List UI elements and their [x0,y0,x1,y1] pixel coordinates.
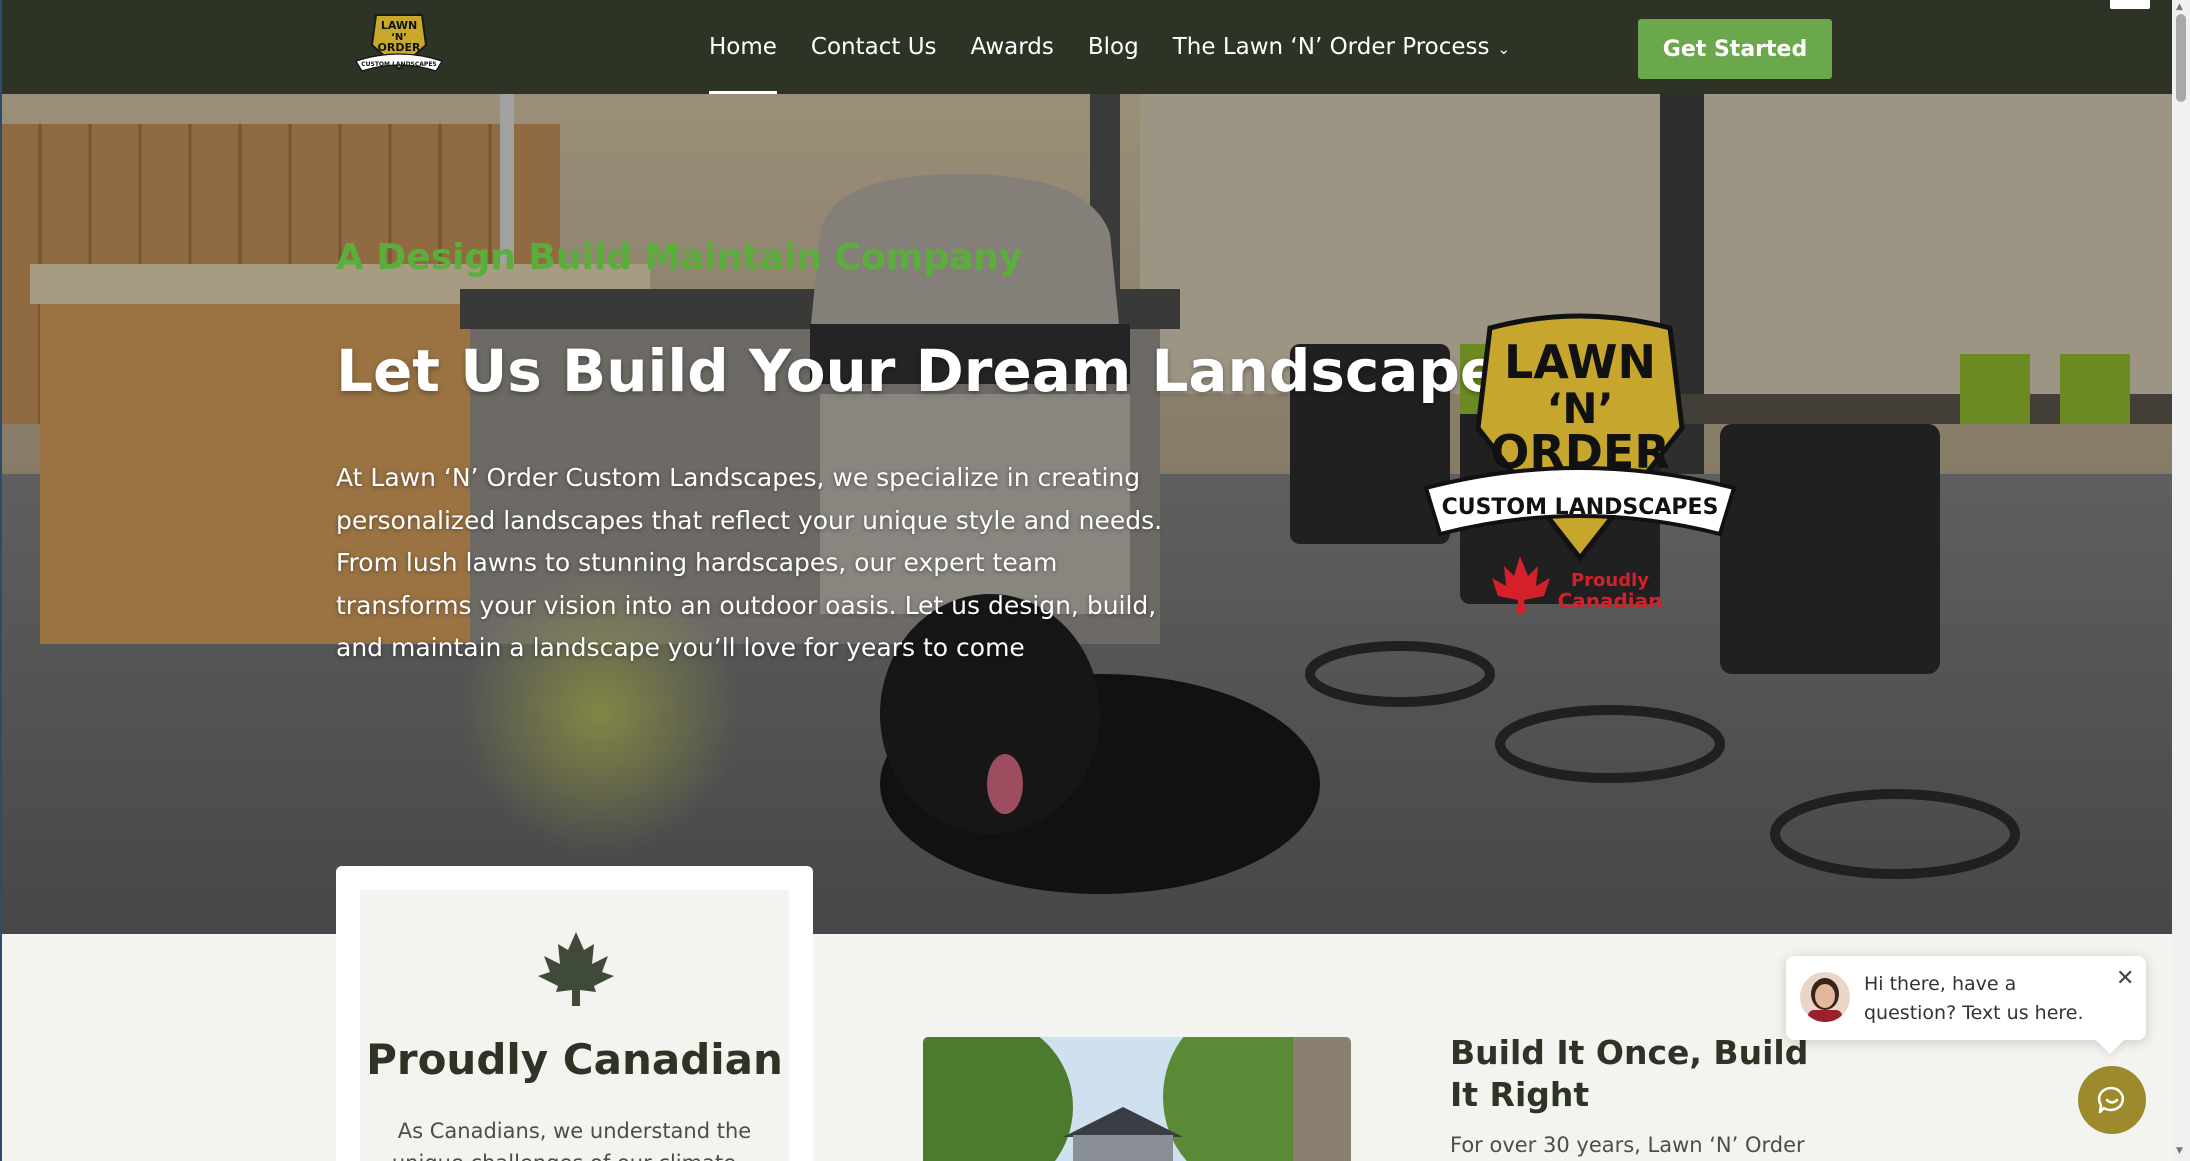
chat-popup[interactable]: Hi there, have a question? Text us here.… [1786,956,2146,1040]
hero-paragraph: At Lawn ‘N’ Order Custom Landscapes, we … [336,463,1163,662]
logo-line-lawn: LAWN [1504,335,1656,389]
section-text: For over 30 years, Lawn ‘N’ Order [1450,1133,1805,1157]
scrollbar-thumb[interactable] [2176,14,2186,102]
close-icon[interactable]: ✕ [2116,966,2134,991]
logo-banner-text: CUSTOM LANDSCAPES [1442,495,1719,520]
hero-section: A Design Build Maintain Company Let Us B… [0,94,2172,934]
feature-card-text: As Canadians, we understand the unique c… [392,1119,757,1161]
nav-link-contact-us[interactable]: Contact Us [811,0,937,94]
chat-launcher-button[interactable] [2078,1066,2146,1134]
brand-logo[interactable]: LAWN ‘N’ ORDER CUSTOM LANDSCAPES [350,9,448,85]
nav-link-process[interactable]: The Lawn ‘N’ Order Process ⌄ [1173,0,1510,94]
nav-link-home[interactable]: Home [709,0,777,94]
page-scrollbar[interactable]: ▲ ▼ [2172,0,2190,1161]
logo-badge-canadian: Canadian [1558,589,1663,613]
logo-badge-proudly: Proudly [1571,570,1649,591]
scroll-up-arrow-icon[interactable]: ▲ [2176,2,2183,12]
maple-leaf-icon [1492,556,1550,614]
top-navigation: LAWN ‘N’ ORDER CUSTOM LANDSCAPES Home Co… [0,0,2172,94]
get-started-button[interactable]: Get Started [1638,19,1832,79]
maple-leaf-icon [538,932,614,1006]
nav-link-awards[interactable]: Awards [971,0,1054,94]
hero-tagline: A Design Build Maintain Company [336,237,1023,278]
chat-message: Hi there, have a question? Text us here. [1864,973,2084,1024]
feature-card-proudly-canadian: Proudly Canadian As Canadians, we unders… [336,866,813,1161]
section-title: Build It Once, Build It Right [1450,1033,1809,1114]
hero-headline: Let Us Build Your Dream Landscape [336,337,1500,405]
nav-menu: Home Contact Us Awards Blog The Lawn ‘N’… [709,0,1544,94]
scroll-down-arrow-icon[interactable]: ▼ [2176,1146,2183,1156]
feature-card-title: Proudly Canadian [366,1035,783,1084]
window-frame [0,0,2,1161]
svg-text:CUSTOM LANDSCAPES: CUSTOM LANDSCAPES [361,61,437,68]
svg-text:ORDER: ORDER [378,41,421,54]
nav-link-blog[interactable]: Blog [1088,0,1139,94]
agent-avatar [1800,972,1850,1022]
lawn-n-order-badge-logo: LAWN ‘N’ ORDER CUSTOM LANDSCAPES Proudly… [1423,313,1737,614]
feature-card-inner: Proudly Canadian As Canadians, we unders… [360,890,789,1161]
chevron-down-icon: ⌄ [1497,40,1511,58]
house-photo [923,1037,1351,1161]
window-control[interactable] [2110,0,2150,9]
chat-icon [2097,1086,2124,1114]
svg-text:LAWN: LAWN [381,19,417,32]
